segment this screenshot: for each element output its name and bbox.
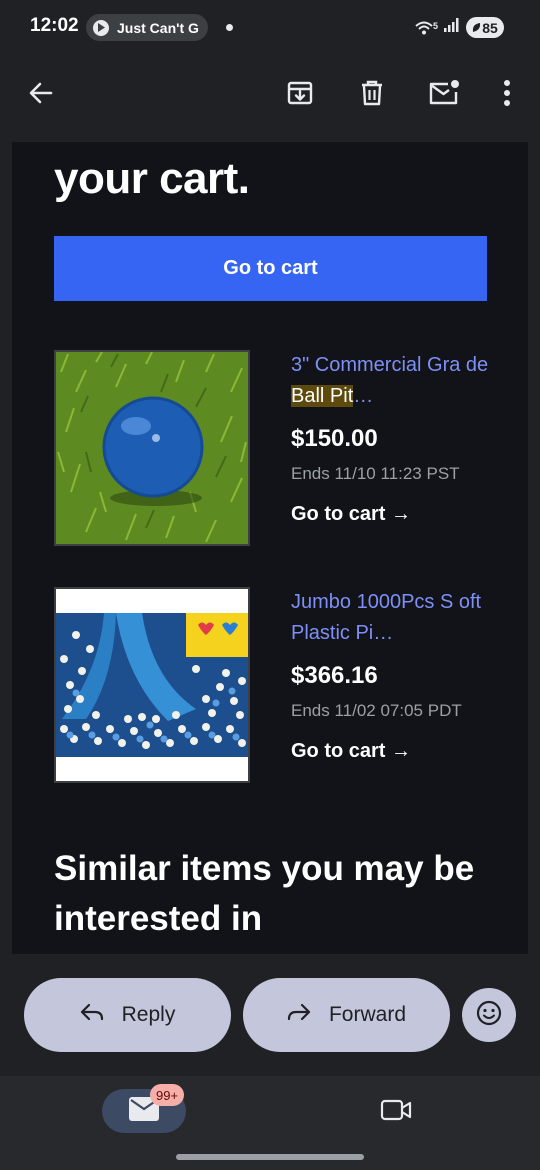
back-button[interactable] bbox=[19, 73, 63, 117]
status-icons: 5 85 bbox=[415, 17, 504, 38]
signal-icon bbox=[444, 18, 460, 37]
smiley-icon bbox=[476, 1000, 502, 1031]
emoji-reaction-button[interactable] bbox=[462, 988, 516, 1042]
product-image-blue-ball[interactable] bbox=[54, 350, 250, 546]
product-item-ball: 3" Commercial Gra de Ball Pit… $150.00 E… bbox=[54, 350, 488, 546]
wifi-icon: 5 bbox=[415, 21, 438, 35]
media-title: Just Can't G bbox=[117, 19, 199, 36]
go-to-cart-button[interactable]: Go to cart bbox=[54, 236, 487, 301]
status-bar: 12:02 Just Can't G 5 85 bbox=[0, 0, 540, 56]
product-price: $150.00 bbox=[291, 425, 378, 452]
play-icon bbox=[93, 19, 109, 36]
product-go-to-cart-link[interactable]: Go to cart → bbox=[291, 740, 491, 763]
product-title-text: 3" Commercial Gra de bbox=[291, 354, 489, 376]
product-info: 3" Commercial Gra de Ball Pit… $150.00 E… bbox=[291, 350, 491, 526]
archive-button[interactable] bbox=[278, 73, 322, 117]
battery-level: 85 bbox=[482, 19, 498, 36]
trash-icon bbox=[358, 79, 386, 112]
product-item-balls: Jumbo 1000Pcs S oft Plastic Pi… $366.16 … bbox=[54, 587, 487, 783]
notification-dot-icon bbox=[226, 24, 233, 31]
product-end-time: Ends 11/10 11:23 PST bbox=[291, 464, 460, 483]
product-end-time: Ends 11/02 07:05 PDT bbox=[291, 701, 462, 720]
forward-icon bbox=[287, 1002, 311, 1028]
wifi-badge: 5 bbox=[432, 20, 438, 31]
product-title-link[interactable]: 3" Commercial Gra de Ball Pit… bbox=[291, 350, 491, 412]
more-options-button[interactable] bbox=[485, 73, 529, 117]
product-go-to-cart-link[interactable]: Go to cart → bbox=[291, 503, 491, 526]
unread-count-badge: 99+ bbox=[150, 1084, 185, 1106]
product-title-ellipsis: … bbox=[353, 385, 374, 407]
mail-unread-icon bbox=[428, 79, 460, 112]
reply-icon bbox=[80, 1002, 104, 1028]
reply-bar: Reply Forward bbox=[0, 954, 540, 1076]
search-highlight: Ball Pit bbox=[291, 385, 354, 407]
forward-label: Forward bbox=[328, 1003, 407, 1026]
product-image-ball-pit[interactable] bbox=[54, 587, 250, 783]
product-price: $366.16 bbox=[291, 662, 378, 689]
battery-indicator: 85 bbox=[466, 17, 504, 38]
email-toolbar bbox=[0, 56, 540, 142]
nav-meet-tab[interactable] bbox=[376, 1095, 416, 1129]
bottom-navigation: 99+ bbox=[0, 1076, 540, 1170]
delete-button[interactable] bbox=[350, 73, 394, 117]
clock: 12:02 bbox=[30, 15, 79, 36]
email-body: your cart. Go to cart 3" Commercial Gra … bbox=[12, 142, 528, 954]
video-camera-icon bbox=[380, 1098, 412, 1127]
similar-items-heading: Similar items you may be interested in bbox=[54, 849, 475, 938]
archive-icon bbox=[286, 79, 314, 112]
arrow-left-icon bbox=[27, 79, 55, 112]
more-vertical-icon bbox=[503, 79, 511, 112]
media-chip[interactable]: Just Can't G bbox=[86, 14, 208, 41]
email-headline: your cart. bbox=[54, 154, 250, 203]
product-info: Jumbo 1000Pcs S oft Plastic Pi… $366.16 … bbox=[291, 587, 491, 763]
leaf-icon bbox=[472, 20, 481, 36]
forward-button[interactable]: Forward bbox=[243, 978, 450, 1052]
reply-label: Reply bbox=[121, 1003, 176, 1026]
product-title-link[interactable]: Jumbo 1000Pcs S oft Plastic Pi… bbox=[291, 587, 491, 649]
mark-unread-button[interactable] bbox=[422, 73, 466, 117]
gesture-home-bar[interactable] bbox=[176, 1154, 364, 1160]
reply-button[interactable]: Reply bbox=[24, 978, 231, 1052]
